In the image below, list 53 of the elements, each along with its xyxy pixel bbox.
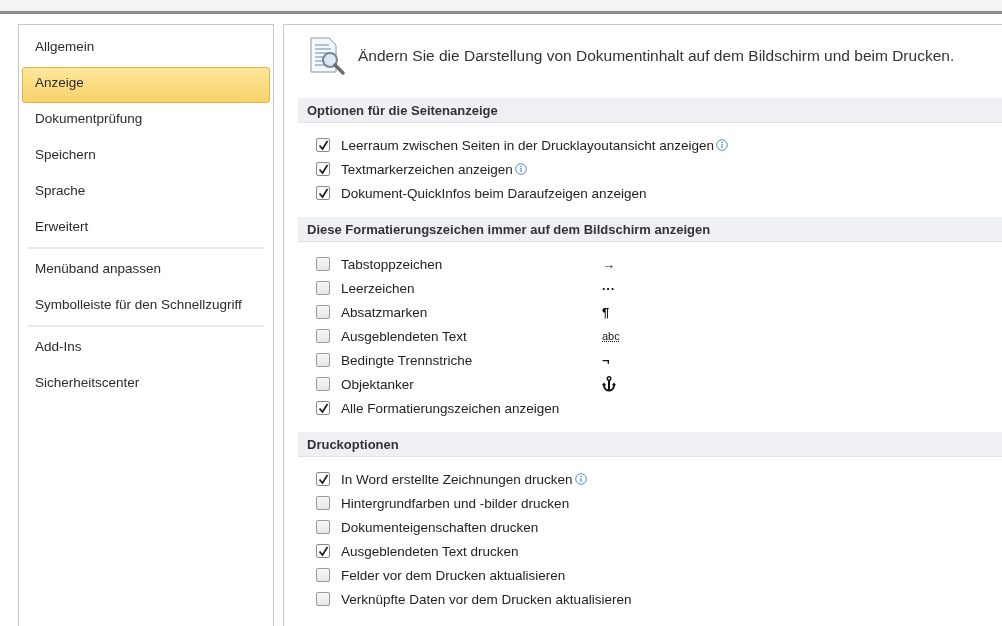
symbol-sample: ··· [602,280,615,296]
sidebar-item[interactable]: Dokumentprüfung [22,103,270,139]
sidebar-item[interactable]: Menüband anpassen [22,253,270,289]
checkbox[interactable] [316,520,330,534]
section-header: Diese Formatierungszeichen immer auf dem Bildschirm anzeigen [298,217,1002,242]
option-label: Tabstoppzeichen [341,256,443,272]
checkbox[interactable] [316,472,330,486]
option-label: Alle Formatierungszeichen anzeigen [341,400,560,416]
option-label: Felder vor dem Drucken aktualisieren [341,567,566,583]
hidden-text-sample: abc [602,330,620,342]
sidebar-item[interactable]: Anzeige [22,67,270,103]
option-label: Hintergrundfarben und -bilder drucken [341,495,570,511]
option-label: Dokument-QuickInfos beim Daraufzeigen anzeigen [341,185,647,201]
checkbox[interactable] [316,138,330,152]
checkbox[interactable] [316,544,330,558]
page-description: Ändern Sie die Darstellung von Dokumentinhalt auf dem Bildschirm und beim Drucken. [358,47,955,65]
checkbox[interactable] [316,162,330,176]
option-label: Leerraum zwischen Seiten in der Drucklayoutansicht anzeigen [341,137,714,153]
sidebar-item[interactable]: Sprache [22,175,270,211]
checkbox[interactable] [316,305,330,319]
sidebar-item[interactable]: Add-Ins [22,331,270,367]
option-label: Absatzmarken [341,304,428,320]
checkbox[interactable] [316,496,330,510]
symbol-sample: → [602,256,615,272]
document-magnifier-icon [308,36,348,76]
checkbox[interactable] [316,353,330,367]
symbol-sample: ¶ [602,304,610,320]
checkbox[interactable] [316,377,330,391]
sidebar-item[interactable]: Allgemein [22,31,270,67]
option-label: Ausgeblendeten Text [341,328,467,344]
option-label: Verknüpfte Daten vor dem Drucken aktualisieren [341,591,632,607]
section-header: Druckoptionen [298,432,1002,457]
option-label: Ausgeblendeten Text drucken [341,543,519,559]
checkbox[interactable] [316,329,330,343]
sidebar-item[interactable]: Symbolleiste für den Schnellzugriff [22,289,270,325]
option-label: In Word erstellte Zeichnungen drucken [341,471,573,487]
option-label: Bedingte Trennstriche [341,352,473,368]
checkbox[interactable] [316,186,330,200]
anchor-icon [602,376,616,392]
option-label: Dokumenteigenschaften drucken [341,519,539,535]
symbol-sample: ¬ [602,352,610,368]
checkbox[interactable] [316,401,330,415]
option-label: Textmarkerzeichen anzeigen [341,161,513,177]
checkbox[interactable] [316,592,330,606]
sidebar-item[interactable]: Erweitert [22,211,270,247]
sidebar-item[interactable]: Speichern [22,139,270,175]
checkbox[interactable] [316,257,330,271]
sidebar-item[interactable]: Sicherheitscenter [22,367,270,403]
section-header: Optionen für die Seitenanzeige [298,98,1002,123]
checkbox[interactable] [316,568,330,582]
option-label: Objektanker [341,376,414,392]
checkbox[interactable] [316,281,330,295]
option-label: Leerzeichen [341,280,415,296]
